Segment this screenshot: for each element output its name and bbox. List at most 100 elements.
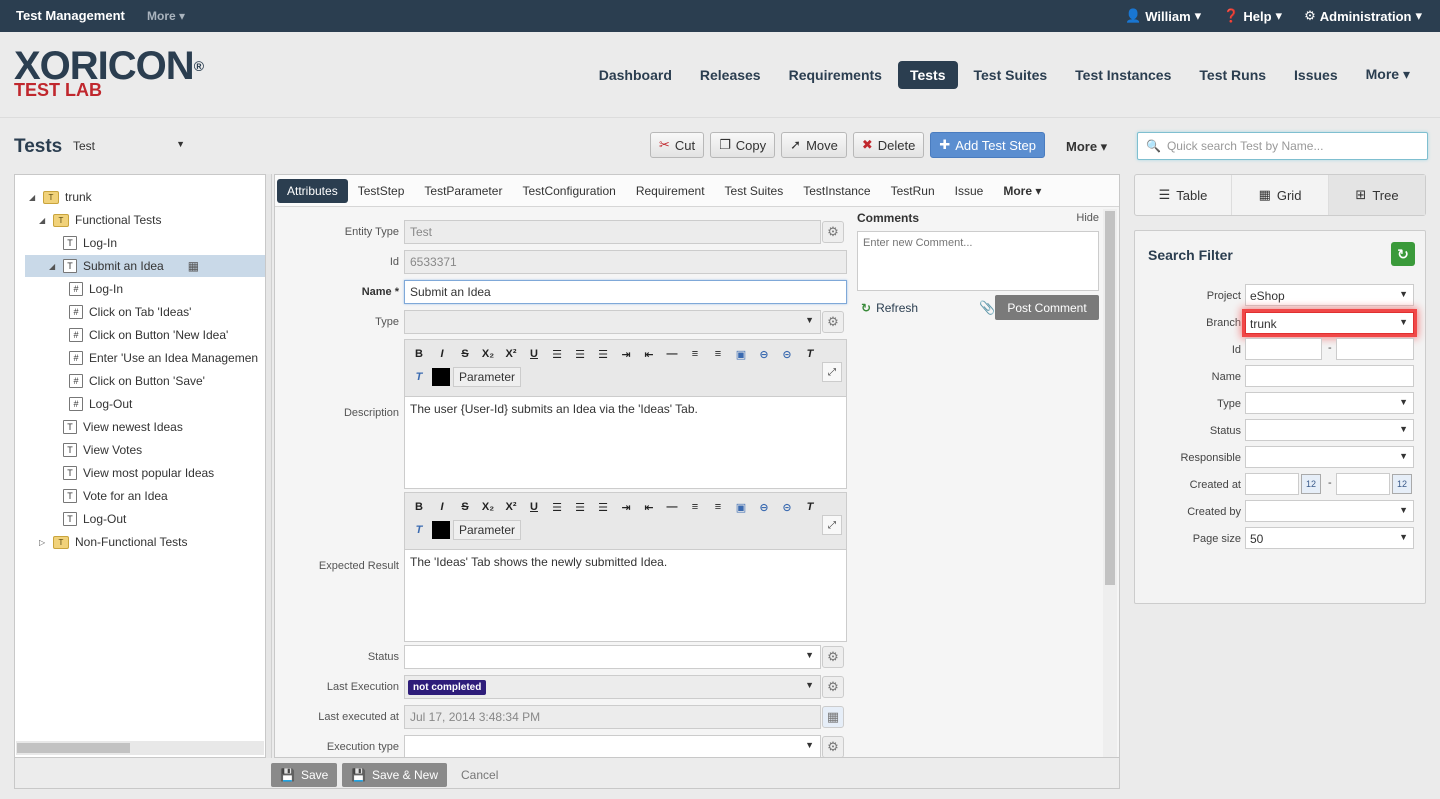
scrollbar-thumb[interactable]: [17, 743, 130, 753]
tree-node-step[interactable]: # Log-In: [69, 278, 123, 300]
save-button[interactable]: 💾 Save: [271, 763, 338, 787]
bold-icon[interactable]: B: [409, 344, 429, 364]
gear-icon[interactable]: ⚙: [822, 736, 844, 757]
nav-releases[interactable]: Releases: [688, 61, 773, 89]
align-center-icon[interactable]: ☰: [570, 344, 590, 364]
tree-node-test[interactable]: T Vote for an Idea: [63, 485, 168, 507]
subscript-icon[interactable]: X₂: [478, 344, 498, 364]
numbered-list-icon[interactable]: ≡: [685, 497, 705, 517]
scrollbar-thumb[interactable]: [1105, 211, 1115, 585]
status-select[interactable]: ▼: [404, 645, 821, 669]
subscript-icon[interactable]: X₂: [478, 497, 498, 517]
tree-node-submit-an-idea[interactable]: ◢ T Submit an Idea ▦: [25, 255, 265, 277]
copy-button[interactable]: ❐ Copy: [710, 132, 776, 158]
maximize-icon[interactable]: ⤢: [822, 362, 842, 382]
tab-testconfiguration[interactable]: TestConfiguration: [512, 179, 625, 203]
bold-icon[interactable]: B: [409, 497, 429, 517]
nav-test-instances[interactable]: Test Instances: [1063, 61, 1183, 89]
nav-more[interactable]: More ▾: [1354, 60, 1422, 89]
tree-node-test[interactable]: T Log-In: [49, 232, 117, 254]
indent-icon[interactable]: ⇥: [616, 497, 636, 517]
tree-node-test[interactable]: T View Votes: [63, 439, 142, 461]
add-test-step-button[interactable]: ✚ Add Test Step: [930, 132, 1045, 158]
tree-node-test[interactable]: T View newest Ideas: [63, 416, 183, 438]
created-at-from-input[interactable]: [1245, 473, 1299, 495]
tree-node-test[interactable]: T View most popular Ideas: [63, 462, 214, 484]
cancel-link[interactable]: Cancel: [461, 768, 498, 782]
quick-search[interactable]: 🔍 Quick search Test by Name...: [1137, 132, 1428, 160]
logo[interactable]: XORICON® TEST LAB: [14, 46, 204, 99]
cut-button[interactable]: ✂ Cut: [650, 132, 705, 158]
unlink-icon[interactable]: ⊝: [777, 344, 797, 364]
nav-test-runs[interactable]: Test Runs: [1187, 61, 1278, 89]
tab-testinstance[interactable]: TestInstance: [793, 179, 880, 203]
outdent-icon[interactable]: ⇤: [639, 497, 659, 517]
expected-result-text[interactable]: The 'Ideas' Tab shows the newly submitte…: [405, 549, 846, 641]
calendar-icon[interactable]: ▦: [822, 706, 844, 728]
page-size-select[interactable]: 50 ▼: [1245, 527, 1414, 549]
entity-type-select[interactable]: Test ▼: [73, 139, 185, 153]
tree-node-step[interactable]: # Click on Button 'Save': [69, 370, 205, 392]
status-filter-select[interactable]: ▼: [1245, 419, 1414, 441]
unlink-icon[interactable]: ⊝: [777, 497, 797, 517]
created-by-filter-select[interactable]: ▼: [1245, 500, 1414, 522]
calendar-icon[interactable]: 12: [1301, 474, 1321, 494]
gear-icon[interactable]: ⚙: [822, 311, 844, 333]
view-grid-button[interactable]: ▦ Grid: [1232, 175, 1329, 215]
post-comment-button[interactable]: Post Comment: [995, 295, 1099, 320]
grid-icon[interactable]: ▦: [188, 259, 199, 273]
nav-tests[interactable]: Tests: [897, 60, 958, 89]
align-right-icon[interactable]: ☰: [593, 344, 613, 364]
move-button[interactable]: ➚ Move: [781, 132, 847, 158]
expand-toggle-icon[interactable]: ◢: [29, 193, 37, 202]
bullet-list-icon[interactable]: ≡: [708, 344, 728, 364]
view-table-button[interactable]: ☰ Table: [1135, 175, 1232, 215]
nav-requirements[interactable]: Requirements: [777, 61, 894, 89]
parameter-button[interactable]: Parameter: [453, 367, 522, 387]
user-menu[interactable]: 👤 William ▾: [1125, 8, 1201, 24]
tab-teststep[interactable]: TestStep: [348, 179, 415, 203]
strikethrough-icon[interactable]: S: [455, 497, 475, 517]
align-left-icon[interactable]: ☰: [547, 344, 567, 364]
color-swatch[interactable]: [432, 521, 450, 539]
hide-comments-link[interactable]: Hide: [1076, 212, 1099, 224]
parameter-button[interactable]: Parameter: [453, 520, 522, 540]
refresh-filter-button[interactable]: ↻: [1391, 242, 1415, 266]
superscript-icon[interactable]: X²: [501, 344, 521, 364]
gear-icon[interactable]: ⚙: [822, 676, 844, 698]
save-and-new-button[interactable]: 💾 Save & New: [342, 763, 447, 787]
created-at-to-input[interactable]: [1336, 473, 1390, 495]
tree-node-test[interactable]: T Log-Out: [63, 508, 126, 530]
tab-requirement[interactable]: Requirement: [626, 179, 715, 203]
detail-vertical-scrollbar[interactable]: [1103, 209, 1117, 757]
nav-test-suites[interactable]: Test Suites: [962, 61, 1060, 89]
type-filter-select[interactable]: ▼: [1245, 392, 1414, 414]
expand-toggle-icon[interactable]: ◢: [39, 216, 47, 225]
admin-menu[interactable]: ⚙ Administration ▾: [1304, 8, 1422, 24]
clear-format-icon[interactable]: T: [800, 497, 820, 517]
help-menu[interactable]: ❓ Help ▾: [1223, 8, 1282, 24]
horizontal-rule-icon[interactable]: —: [662, 497, 682, 517]
attachment-icon[interactable]: 📎: [979, 300, 995, 316]
nav-issues[interactable]: Issues: [1282, 61, 1350, 89]
tree-node-trunk[interactable]: ◢ T trunk: [29, 186, 92, 208]
refresh-comments-button[interactable]: ↻ Refresh: [861, 301, 918, 315]
numbered-list-icon[interactable]: ≡: [685, 344, 705, 364]
superscript-icon[interactable]: X²: [501, 497, 521, 517]
link-icon[interactable]: ⊖: [754, 497, 774, 517]
calendar-icon[interactable]: 12: [1392, 474, 1412, 494]
description-text[interactable]: The user {User-Id} submits an Idea via t…: [405, 396, 846, 488]
strikethrough-icon[interactable]: S: [455, 344, 475, 364]
italic-icon[interactable]: I: [432, 344, 452, 364]
responsible-filter-select[interactable]: ▼: [1245, 446, 1414, 468]
tab-testrun[interactable]: TestRun: [881, 179, 945, 203]
remove-format-icon[interactable]: T: [409, 367, 429, 387]
tree-horizontal-scrollbar[interactable]: [16, 741, 264, 755]
execution-type-select[interactable]: ▼: [404, 735, 821, 757]
align-left-icon[interactable]: ☰: [547, 497, 567, 517]
maximize-icon[interactable]: ⤢: [822, 515, 842, 535]
underline-icon[interactable]: U: [524, 344, 544, 364]
underline-icon[interactable]: U: [524, 497, 544, 517]
image-icon[interactable]: ▣: [731, 497, 751, 517]
tree-node-non-functional-tests[interactable]: ▷ T Non-Functional Tests: [39, 531, 188, 553]
